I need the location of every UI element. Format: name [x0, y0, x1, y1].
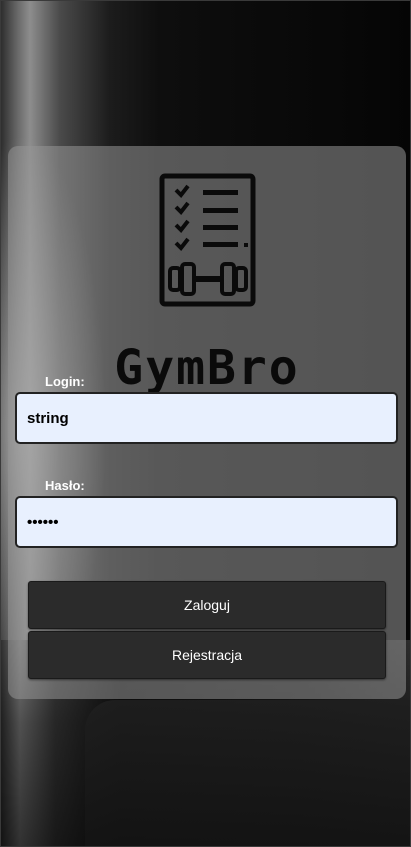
login-label: Login: — [45, 374, 85, 389]
logo: GymBro — [8, 170, 406, 396]
password-label: Hasło: — [45, 478, 85, 493]
login-input[interactable] — [15, 392, 398, 444]
login-button[interactable]: Zaloguj — [28, 581, 386, 629]
checklist-dumbbell-icon — [159, 173, 256, 307]
register-button[interactable]: Rejestracja — [28, 631, 386, 679]
login-card: GymBro Login: Hasło: Zaloguj Rejestracja — [8, 146, 406, 699]
password-input[interactable] — [15, 496, 398, 548]
